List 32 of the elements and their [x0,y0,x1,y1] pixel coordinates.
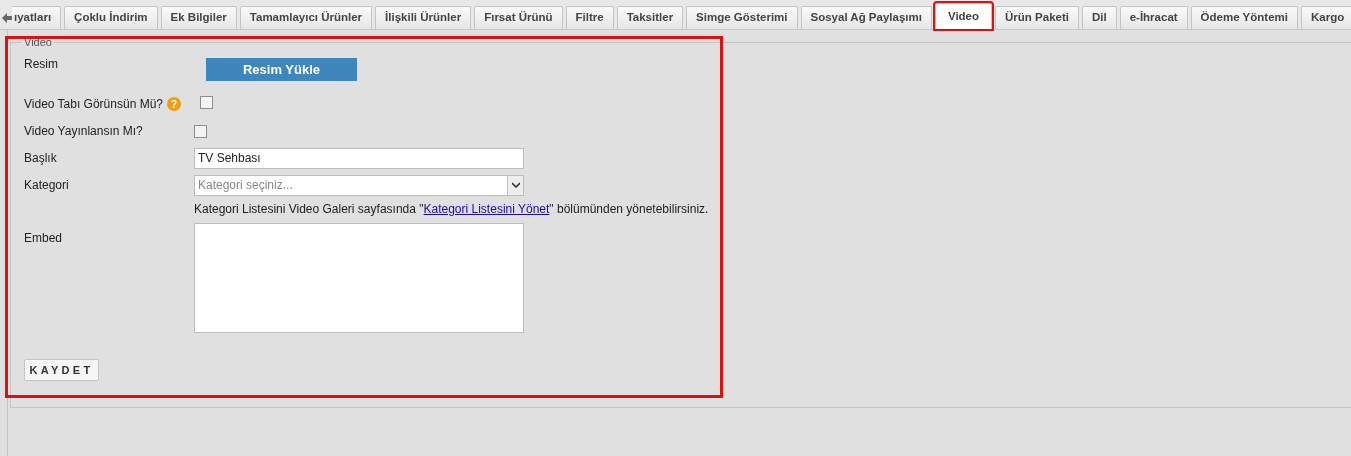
tab[interactable]: Filtre [565,6,614,29]
tab[interactable]: Sosyal Ağ Paylaşımı [800,6,932,29]
tab[interactable]: Tamamlayıcı Ürünler [239,6,373,29]
tab[interactable]: ıyatları [12,6,62,29]
field-label: Kategori [24,177,70,194]
field-label: Başlık [24,150,58,167]
tab[interactable]: e-İhracat [1119,6,1188,29]
chevron-down-icon [507,175,523,195]
category-dropdown[interactable]: Kategori seçiniz... [194,174,524,196]
title-field[interactable]: TV Sehbası [194,147,524,169]
tab[interactable]: Fırsat Ürünü [474,6,563,29]
tab[interactable]: Ek Bilgiler [160,6,237,29]
category-hint: Kategori Listesini Video Galeri sayfasında "Kategori Listesini Yönet" bölümünden yönetebilirsiniz. [194,200,709,218]
tab[interactable]: Video [934,3,993,29]
tab[interactable]: Taksitler [616,6,684,29]
tab[interactable]: Kargo [1300,6,1351,29]
embed-field[interactable] [194,222,524,333]
field-label: Embed [24,229,64,247]
manage-category-link[interactable]: Kategori Listesini Yönet [423,201,550,216]
tab[interactable]: Dil [1081,6,1117,29]
checkbox[interactable] [194,124,207,138]
save-button[interactable]: KAYDET [24,358,99,381]
tab[interactable]: Ürün Paketi [995,6,1079,29]
field-label: Video Tabı Görünsün Mü? [24,96,163,113]
tab[interactable]: Çoklu İndirim [64,6,158,29]
upload-button[interactable]: Resim Yükle [206,58,357,81]
tab[interactable]: Simge Gösterimi [686,6,798,29]
tab[interactable]: Ödeme Yöntemi [1190,6,1298,29]
tab[interactable]: İlişkili Ürünler [375,6,472,29]
field-label: Resim [24,55,59,73]
checkbox[interactable] [200,96,213,109]
field-label: Video Yayınlansın Mı? [24,123,144,140]
